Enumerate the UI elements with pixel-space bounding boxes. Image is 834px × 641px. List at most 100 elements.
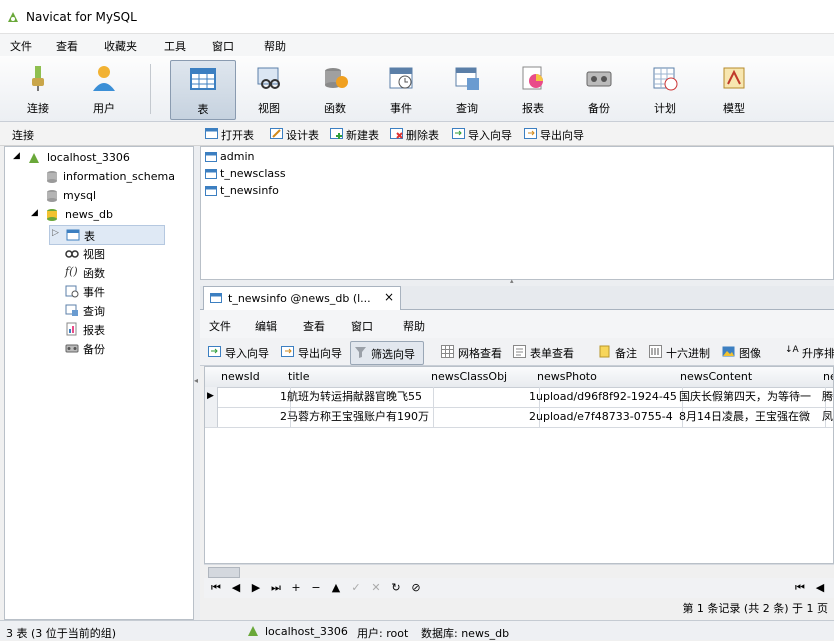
column-header-newscontent[interactable]: newsContent <box>676 367 824 388</box>
table-cell[interactable]: 2 <box>217 407 291 428</box>
edit-record-icon[interactable]: ▲ <box>328 580 344 596</box>
filter-wizard-button[interactable]: 筛选向导 <box>350 341 424 365</box>
toolbar-view-button[interactable]: 视图 <box>237 60 301 118</box>
table-cell[interactable]: upload/d96f8f92-1924-45 <box>533 387 683 408</box>
form-icon <box>513 345 526 358</box>
window-title: Navicat for MySQL <box>26 10 137 24</box>
delete-record-icon[interactable]: − <box>308 580 324 596</box>
sort-az-icon: ↓A <box>785 345 799 355</box>
memo-icon <box>599 345 610 358</box>
table-cell[interactable]: 8月14日凌晨，王宝强在微 <box>676 407 826 428</box>
hex-icon <box>649 345 662 358</box>
open-table-icon <box>205 128 218 139</box>
refresh-icon[interactable]: ↻ <box>388 580 404 596</box>
connection-icon <box>29 153 39 163</box>
collapse-arrow-icon[interactable]: ◢ <box>13 151 20 161</box>
collapse-arrow-icon[interactable]: ◢ <box>31 208 38 218</box>
column-header-next[interactable]: ne <box>819 367 833 388</box>
column-header-newsclassobj[interactable]: newsClassObj <box>427 367 538 388</box>
current-row-arrow-icon: ▶ <box>207 391 214 401</box>
table-cell[interactable]: 1 <box>217 387 291 408</box>
table-cell[interactable]: upload/e7f48733-0755-4 <box>533 407 683 428</box>
add-record-icon[interactable]: + <box>288 580 304 596</box>
menu-help[interactable]: 帮助 <box>264 38 286 54</box>
toolbar-report-button[interactable]: 报表 <box>501 60 565 118</box>
toolbar-table-button[interactable]: 表 <box>170 60 236 120</box>
column-header-title[interactable]: title <box>284 367 432 388</box>
toolbar-user-button[interactable]: 用户 <box>72 60 136 118</box>
report-icon <box>66 322 77 336</box>
menu-favorites[interactable]: 收藏夹 <box>104 38 137 54</box>
menu-file[interactable]: 文件 <box>10 38 32 54</box>
table-cell[interactable]: 腾讯 <box>819 387 833 408</box>
main-toolbar: 连接 用户 表 视图 函数 事件 查询 报表 备份 计划 模型 <box>0 56 834 122</box>
toolbar-event-button[interactable]: 事件 <box>369 60 433 118</box>
event-icon <box>389 67 413 89</box>
model-icon <box>723 67 745 89</box>
title-bar: Navicat for MySQL <box>0 0 834 34</box>
table-cell[interactable]: 航班为转运捐献器官晚飞55 <box>284 387 434 408</box>
sidebar-header: 连接 <box>12 129 34 142</box>
image-icon <box>722 346 735 357</box>
tab-menu-file[interactable]: 文件 <box>209 318 231 334</box>
toolbar-query-button[interactable]: 查询 <box>435 60 499 118</box>
table-cell[interactable]: 1 <box>427 387 540 408</box>
connection-tree: ◢ localhost_3306 information_schema mysq… <box>4 146 194 620</box>
table-cell[interactable]: 马蓉方称王宝强账户有190万 <box>284 407 434 428</box>
toolbar-schedule-button[interactable]: 计划 <box>633 60 697 118</box>
tab-t-newsinfo[interactable]: t_newsinfo @news_db (l... × <box>203 286 401 311</box>
table-icon <box>190 68 216 90</box>
column-header-newsid[interactable]: newsId <box>217 367 289 388</box>
table-cell[interactable]: 凤凰 <box>819 407 833 428</box>
prev-record-icon[interactable]: ◀ <box>228 580 244 596</box>
status-user: 用户: root <box>357 627 409 640</box>
toolbar-model-button[interactable]: 模型 <box>702 60 766 118</box>
tab-menu-window[interactable]: 窗口 <box>351 318 373 334</box>
menu-window[interactable]: 窗口 <box>212 38 234 54</box>
tab-menu-help[interactable]: 帮助 <box>403 318 425 334</box>
column-header-newsphoto[interactable]: newsPhoto <box>533 367 681 388</box>
scrollbar-thumb[interactable] <box>208 567 240 578</box>
first-record-icon[interactable]: ⏮ <box>208 580 224 596</box>
tab-menu-edit[interactable]: 编辑 <box>255 318 277 334</box>
navicat-logo-icon <box>8 12 18 22</box>
database-icon <box>47 190 57 202</box>
prev-page-icon[interactable]: ◀ <box>812 580 828 596</box>
record-info: 第 1 条记录 (共 2 条) 于 1 页 <box>682 602 828 615</box>
status-connection: localhost_3306 <box>265 625 348 638</box>
cancel-icon[interactable]: ✕ <box>368 580 384 596</box>
object-toolbar: 连接 打开表 设计表 新建表 删除表 导入向导 导出向导 <box>0 122 834 146</box>
import-icon <box>208 346 221 357</box>
last-record-icon[interactable]: ⏭ <box>268 580 284 596</box>
table-icon <box>210 293 222 303</box>
table-icon <box>205 152 217 162</box>
horizontal-scrollbar[interactable] <box>204 564 834 578</box>
menu-view[interactable]: 查看 <box>56 38 78 54</box>
toolbar-function-button[interactable]: 函数 <box>303 60 367 118</box>
event-icon <box>65 285 79 298</box>
grid-icon <box>441 345 454 358</box>
backup-icon <box>65 344 79 353</box>
filter-icon <box>355 347 366 358</box>
close-tab-icon[interactable]: × <box>384 290 394 304</box>
toolbar-backup-button[interactable]: 备份 <box>567 60 631 118</box>
menu-tools[interactable]: 工具 <box>164 38 186 54</box>
stop-icon[interactable]: ⊘ <box>408 580 424 596</box>
apply-icon[interactable]: ✓ <box>348 580 364 596</box>
backup-icon <box>586 71 612 87</box>
splitter-arrow-icon: ◂ <box>194 376 199 385</box>
toolbar-connect-button[interactable]: 连接 <box>6 60 70 118</box>
connection-icon <box>248 626 258 636</box>
table-cell[interactable]: 2 <box>427 407 540 428</box>
tree-tables[interactable]: ▷ 表 <box>49 225 165 245</box>
expand-arrow-icon[interactable]: ▷ <box>52 228 59 238</box>
view-icon <box>65 250 79 258</box>
table-cell[interactable]: 国庆长假第四天，为等待一 <box>676 387 826 408</box>
first-page-icon[interactable]: ⏮ <box>792 580 808 596</box>
query-icon <box>65 304 78 316</box>
tab-menu-view[interactable]: 查看 <box>303 318 325 334</box>
menu-bar: 文件 查看 收藏夹 工具 窗口 帮助 <box>0 34 834 56</box>
report-icon <box>522 66 543 90</box>
next-record-icon[interactable]: ▶ <box>248 580 264 596</box>
status-database: 数据库: news_db <box>421 627 510 640</box>
